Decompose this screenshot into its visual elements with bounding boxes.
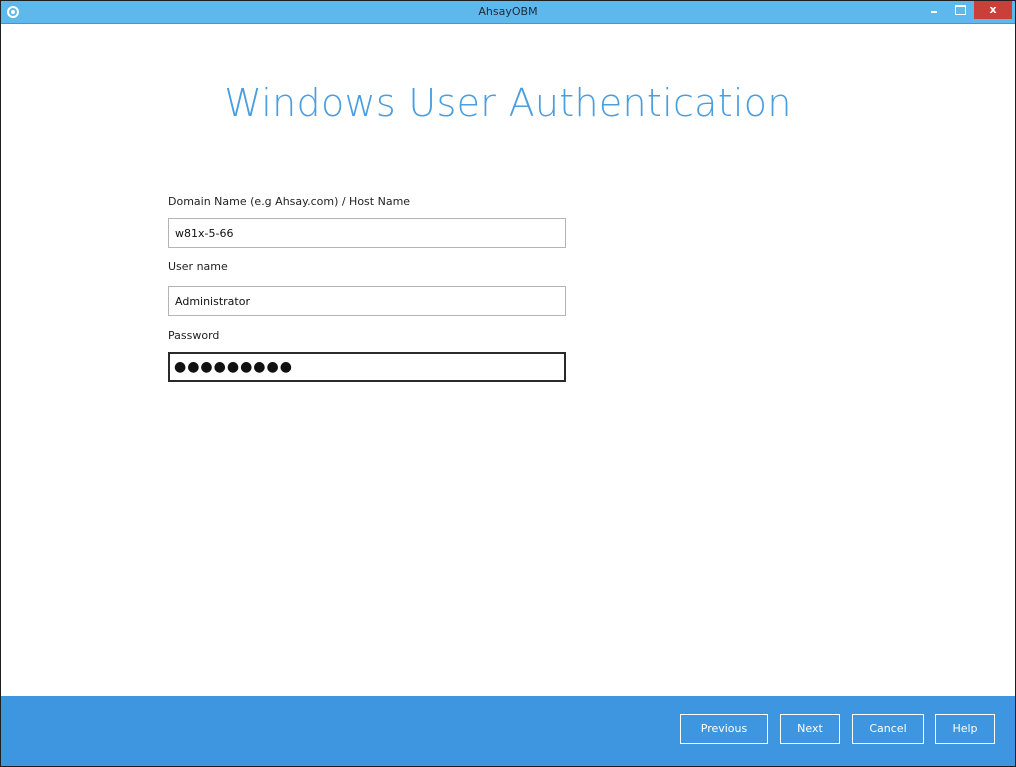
cancel-button[interactable]: Cancel [852, 714, 924, 744]
close-icon[interactable]: x [974, 1, 1012, 19]
password-input[interactable] [168, 352, 566, 382]
page-title: Windows User Authentication [224, 81, 792, 125]
password-label: Password [168, 329, 220, 342]
window-title: AhsayOBM [478, 5, 538, 18]
username-label: User name [168, 260, 228, 273]
title-bar: AhsayOBM x [1, 1, 1015, 24]
app-window: AhsayOBM x Windows User Authentication D… [0, 0, 1016, 767]
username-input[interactable] [168, 286, 566, 316]
minimize-icon[interactable] [922, 1, 946, 19]
domain-label: Domain Name (e.g Ahsay.com) / Host Name [168, 195, 411, 208]
previous-button[interactable]: Previous [680, 714, 768, 744]
domain-input[interactable] [168, 218, 566, 248]
maximize-icon[interactable] [948, 1, 972, 19]
help-button[interactable]: Help [935, 714, 995, 744]
next-button[interactable]: Next [780, 714, 840, 744]
